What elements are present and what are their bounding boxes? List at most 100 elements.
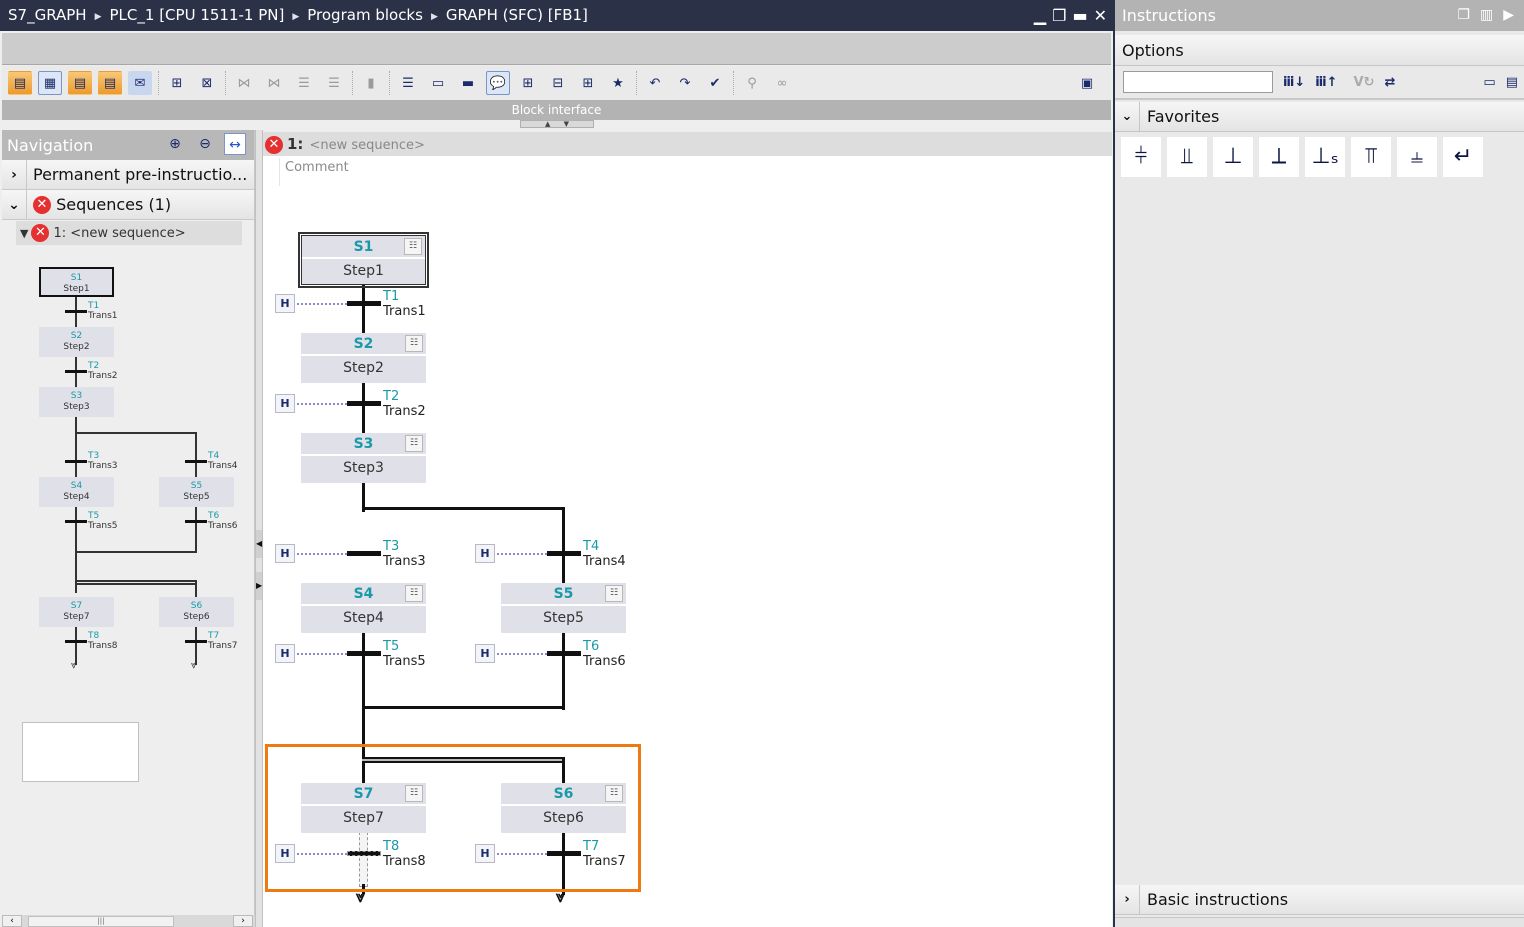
transition-condition-icon[interactable]: H: [275, 394, 295, 413]
compile-check-icon[interactable]: ✔: [703, 71, 727, 95]
transition-label[interactable]: T6 Trans6: [583, 639, 626, 669]
layout-icon[interactable]: ▭: [426, 71, 450, 95]
panel-splitter[interactable]: ◀ ▶: [255, 130, 263, 927]
step-transition-icon[interactable]: ⫩: [1121, 137, 1161, 177]
insert-step-icon[interactable]: ⊞: [165, 71, 189, 95]
basic-instructions-header[interactable]: › Basic instructions: [1115, 884, 1524, 915]
nav-horizontal-scrollbar[interactable]: ‹ ||| ›: [2, 915, 255, 927]
sequence-comment[interactable]: Comment: [279, 158, 349, 186]
transition-label[interactable]: T3 Trans3: [383, 539, 426, 569]
breadcrumb-project[interactable]: S7_GRAPH: [8, 6, 87, 24]
jump-icon[interactable]: ⟂: [1259, 137, 1299, 177]
fit-width-icon[interactable]: ↔: [224, 133, 246, 155]
expand-tag-icon[interactable]: ⊞: [576, 71, 600, 95]
step-box[interactable]: S2 ☷ Step2: [301, 333, 426, 383]
transition-bar[interactable]: [347, 301, 381, 306]
zoom-out-icon[interactable]: ⊖: [194, 133, 216, 155]
nav-row-sequences[interactable]: ⌄ ✕ Sequences (1): [2, 189, 254, 220]
scroll-left-icon[interactable]: ‹: [2, 915, 22, 927]
transition-bar[interactable]: [347, 551, 381, 556]
maximize-icon[interactable]: ▬: [1072, 0, 1087, 31]
breadcrumb-block[interactable]: GRAPH (SFC) [FB1]: [446, 6, 588, 24]
chevron-down-icon[interactable]: ⌄: [1115, 101, 1140, 132]
transition-bar[interactable]: [547, 651, 581, 656]
expand-right-icon[interactable]: ▶: [256, 572, 262, 600]
transition-bar[interactable]: [347, 401, 381, 406]
transition-condition-icon[interactable]: H: [475, 644, 495, 663]
simultaneous-branch-icon[interactable]: ⫨: [1397, 137, 1437, 177]
nav-sequence-item[interactable]: ▼ ✕ 1: <new sequence>: [16, 221, 242, 245]
scroll-thumb[interactable]: |||: [28, 916, 174, 927]
initial-step-view-icon[interactable]: ▤: [8, 71, 32, 95]
favorites-icon[interactable]: ★: [606, 71, 630, 95]
table-view-icon[interactable]: ▤: [1506, 75, 1518, 90]
step-box[interactable]: S4 ☷ Step4: [301, 583, 426, 633]
scroll-right-icon[interactable]: ›: [233, 915, 253, 927]
transition-label[interactable]: T1 Trans1: [383, 289, 426, 319]
transition-bar[interactable]: [547, 551, 581, 556]
nav-row-permanent[interactable]: › Permanent pre-instructio...: [2, 159, 254, 190]
delete-step-icon[interactable]: ⊠: [195, 71, 219, 95]
version-icon[interactable]: V↻: [1353, 75, 1374, 90]
comment-icon[interactable]: 💬: [486, 71, 510, 95]
transition-label[interactable]: T4 Trans4: [583, 539, 626, 569]
single-step-view-icon[interactable]: ▦: [38, 71, 62, 95]
collapse-panel-icon[interactable]: ▶: [1503, 0, 1514, 31]
zoom-in-icon[interactable]: ⊕: [164, 133, 186, 155]
instruction-search-input[interactable]: [1123, 71, 1273, 93]
layout-columns-icon[interactable]: ▥: [1480, 0, 1493, 31]
step-actions-icon[interactable]: ☷: [405, 335, 423, 352]
close-icon[interactable]: ✕: [1094, 0, 1107, 31]
go-to-icon[interactable]: ▮: [359, 71, 383, 95]
transition-condition-icon[interactable]: H: [275, 544, 295, 563]
search-up-icon[interactable]: ⅲ↑: [1315, 75, 1337, 90]
transition-bar[interactable]: [347, 651, 381, 656]
chevron-right-icon[interactable]: ›: [2, 159, 27, 190]
float-icon[interactable]: ❐: [1457, 0, 1470, 31]
mini-step[interactable]: S4 Step4: [39, 477, 114, 507]
step-actions-icon[interactable]: ☷: [405, 585, 423, 602]
insert-jump-icon[interactable]: ⋈: [232, 71, 256, 95]
return-icon[interactable]: ↵: [1443, 137, 1483, 177]
step-box[interactable]: S3 ☷ Step3: [301, 433, 426, 483]
step-icon[interactable]: ⫫: [1167, 137, 1207, 177]
monitoring-icon[interactable]: ∞: [770, 71, 794, 95]
block-interface-bar[interactable]: Block interface ▲ ▼: [2, 100, 1111, 128]
mini-step[interactable]: S5 Step5: [159, 477, 234, 507]
mini-step[interactable]: S7 Step7: [39, 597, 114, 627]
go-to-error-prev-icon[interactable]: ↶: [643, 71, 667, 95]
navigation-overview[interactable]: S1 Step1 S2 Step2 S3 Step3 S4 Step4 S5 Step5 …: [2, 260, 255, 820]
insert-branch-icon[interactable]: ☰: [292, 71, 316, 95]
transition-icon[interactable]: ⊥: [1213, 137, 1253, 177]
extended-instructions-header[interactable]: [1115, 917, 1524, 927]
mini-step[interactable]: S6 Step6: [159, 597, 234, 627]
sequence-name[interactable]: <new sequence>: [309, 138, 424, 153]
step-actions-icon[interactable]: ☷: [405, 435, 423, 452]
interface-splitter[interactable]: ▲ ▼: [520, 120, 594, 128]
branch-stop-icon[interactable]: ⊥ₛ: [1305, 137, 1345, 177]
delete-jump-icon[interactable]: ⋈: [262, 71, 286, 95]
go-to-error-next-icon[interactable]: ↷: [673, 71, 697, 95]
transition-label[interactable]: T2 Trans2: [383, 389, 426, 419]
align-left-icon[interactable]: ☰: [396, 71, 420, 95]
sequence-view-icon[interactable]: ▤: [68, 71, 92, 95]
transition-condition-icon[interactable]: H: [275, 294, 295, 313]
transition-condition-icon[interactable]: H: [275, 644, 295, 663]
step-actions-icon[interactable]: ☷: [605, 585, 623, 602]
sidebar-toggle-icon[interactable]: ▣: [1075, 71, 1099, 95]
expand-network-icon[interactable]: ⊟: [546, 71, 570, 95]
layout-2-icon[interactable]: ▬: [456, 71, 480, 95]
chevron-down-icon[interactable]: ⌄: [2, 189, 27, 220]
breadcrumb-program-blocks[interactable]: Program blocks: [307, 6, 423, 24]
sequence-canvas[interactable]: ✕ 1: <new sequence> Comment S1 ☷ Step1 S…: [263, 132, 1112, 927]
mini-step[interactable]: S3 Step3: [39, 387, 114, 417]
search-down-icon[interactable]: ⅲ↓: [1283, 75, 1305, 90]
restore-icon[interactable]: ❐: [1052, 0, 1066, 31]
mini-step[interactable]: S2 Step2: [39, 327, 114, 357]
close-branch-icon[interactable]: ☰: [322, 71, 346, 95]
chevron-right-icon[interactable]: ›: [1115, 884, 1140, 915]
expand-interface-icon[interactable]: ⊞: [516, 71, 540, 95]
permanent-instructions-icon[interactable]: ▤: [98, 71, 122, 95]
minimize-icon[interactable]: ▁: [1034, 0, 1046, 31]
change-version-icon[interactable]: ⇄: [1384, 75, 1395, 90]
